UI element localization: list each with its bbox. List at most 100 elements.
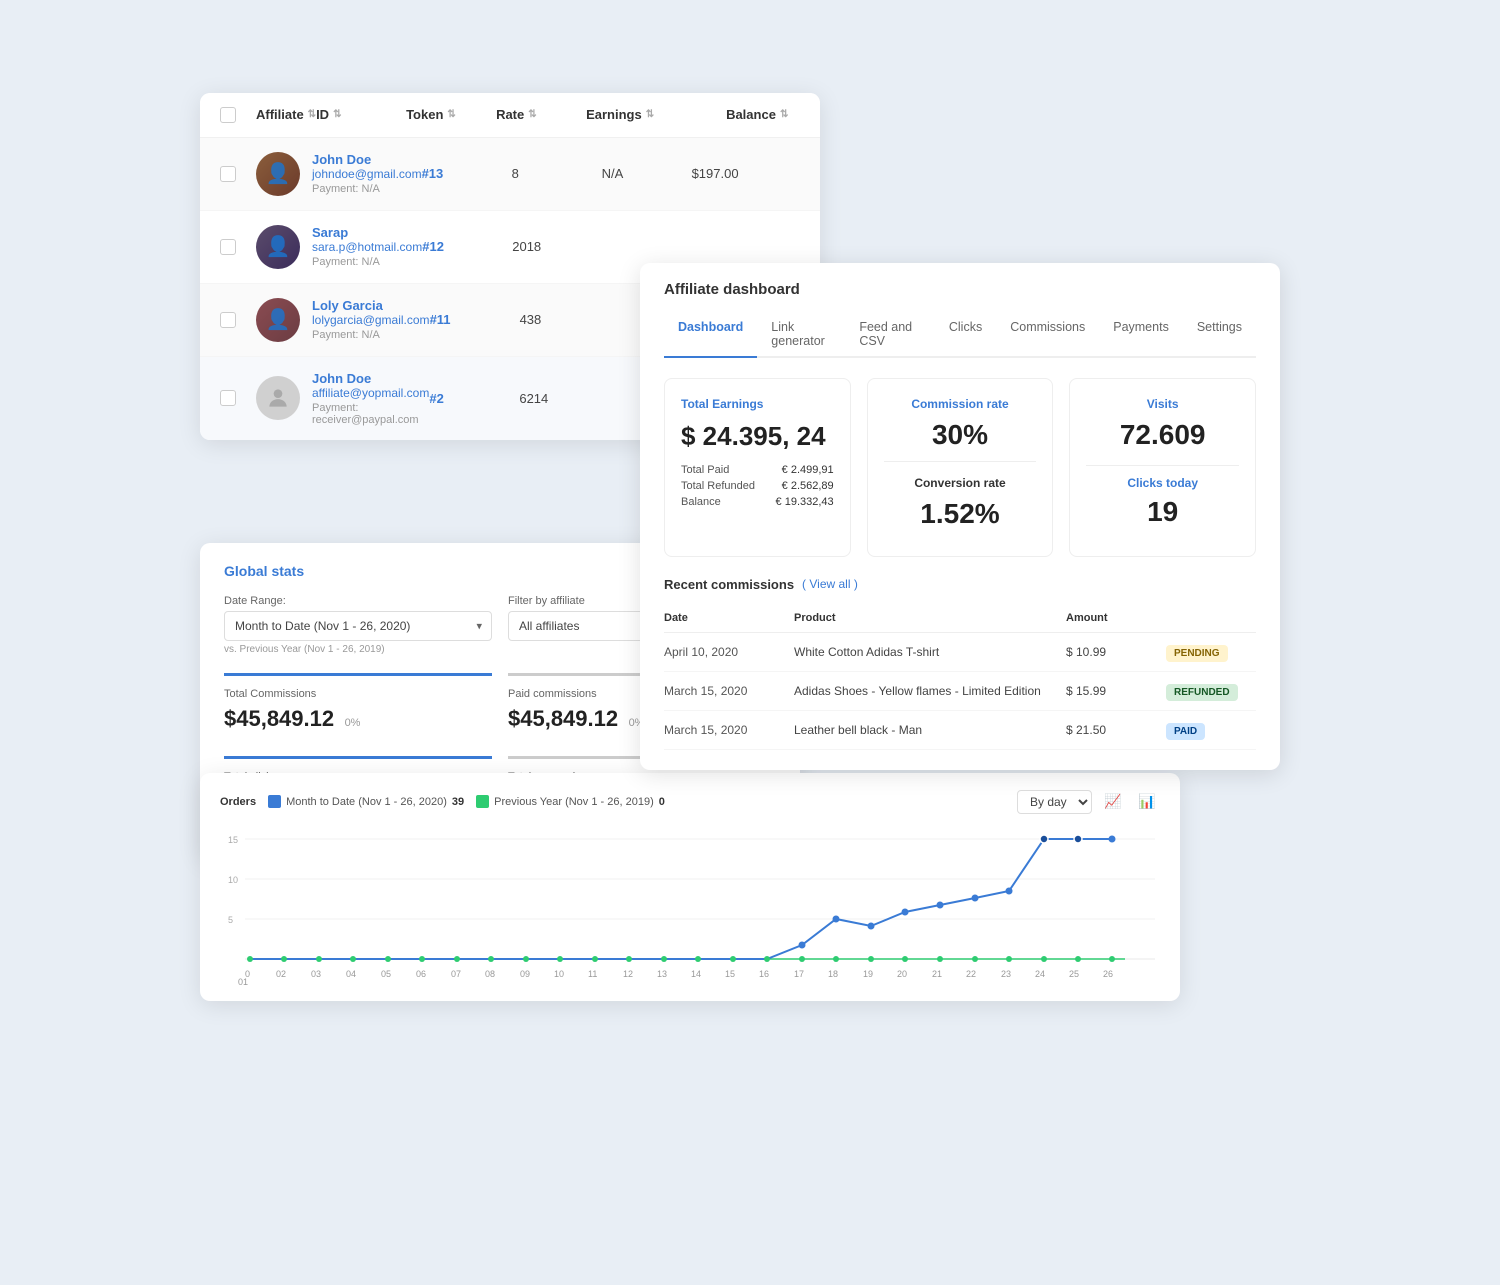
- affiliate-name-2[interactable]: Sarap: [312, 225, 422, 240]
- row-checkbox-4[interactable]: [220, 390, 236, 406]
- sort-balance-icon[interactable]: ⇅: [780, 109, 788, 120]
- commissions-section: Recent commissions ( View all ) Date Pro…: [640, 577, 1280, 770]
- row-checkbox-1[interactable]: [220, 166, 236, 182]
- commission-product-2: Adidas Shoes - Yellow flames - Limited E…: [794, 684, 1066, 698]
- affiliate-info-3: 👤 Loly Garcia lolygarcia@gmail.com Payme…: [256, 298, 430, 342]
- svg-text:15: 15: [725, 969, 735, 979]
- svg-text:25: 25: [1069, 969, 1079, 979]
- select-all-checkbox[interactable]: [220, 107, 236, 123]
- tab-commissions[interactable]: Commissions: [996, 312, 1099, 358]
- col-id[interactable]: ID ⇅: [316, 107, 406, 122]
- svg-text:06: 06: [416, 969, 426, 979]
- affiliate-email-3[interactable]: lolygarcia@gmail.com: [312, 313, 430, 327]
- rates-card: Commission rate 30% Conversion rate 1.52…: [867, 378, 1054, 557]
- period1-legend-dot: [268, 795, 281, 808]
- sort-earnings-icon[interactable]: ⇅: [646, 109, 654, 120]
- svg-text:10: 10: [228, 875, 238, 885]
- commission-amount-3: $ 21.50: [1066, 723, 1166, 737]
- affiliate-info-2: 👤 Sarap sara.p@hotmail.com Payment: N/A: [256, 225, 422, 269]
- svg-text:13: 13: [657, 969, 667, 979]
- affiliate-payment-2: Payment: N/A: [312, 256, 422, 268]
- svg-text:26: 26: [1103, 969, 1113, 979]
- svg-text:23: 23: [1001, 969, 1011, 979]
- paid-commissions-box-value: $45,849.12: [508, 706, 618, 731]
- commission-amount-1: $ 10.99: [1066, 645, 1166, 659]
- row-token-3: 438: [520, 312, 610, 327]
- affiliate-name-4[interactable]: John Doe: [312, 371, 429, 386]
- tab-clicks[interactable]: Clicks: [935, 312, 996, 358]
- sort-rate-icon[interactable]: ⇅: [528, 109, 536, 120]
- sort-id-icon[interactable]: ⇅: [333, 109, 341, 120]
- svg-text:19: 19: [863, 969, 873, 979]
- stats-row: Total Earnings $ 24.395, 24 Total Paid €…: [640, 358, 1280, 577]
- by-day-select[interactable]: By day: [1017, 790, 1092, 814]
- col-rate[interactable]: Rate ⇅: [496, 107, 586, 122]
- tab-settings[interactable]: Settings: [1183, 312, 1256, 358]
- commission-date-2: March 15, 2020: [664, 684, 794, 698]
- svg-text:05: 05: [381, 969, 391, 979]
- commission-product-1: White Cotton Adidas T-shirt: [794, 645, 1066, 659]
- chart-controls: By day 📈 📊: [1017, 789, 1160, 815]
- tab-feed-csv[interactable]: Feed and CSV: [845, 312, 935, 358]
- row-id-4: #2: [429, 391, 519, 406]
- col-product: Product: [794, 612, 1066, 624]
- svg-text:21: 21: [932, 969, 942, 979]
- commission-date-3: March 15, 2020: [664, 723, 794, 737]
- table-row: 👤 John Doe johndoe@gmail.com Payment: N/…: [200, 138, 820, 211]
- sort-token-icon[interactable]: ⇅: [447, 109, 455, 120]
- sort-affiliate-icon[interactable]: ⇅: [308, 109, 316, 120]
- total-earnings-card: Total Earnings $ 24.395, 24 Total Paid €…: [664, 378, 851, 557]
- svg-text:24: 24: [1035, 969, 1045, 979]
- period1-label: Month to Date (Nov 1 - 26, 2020): [286, 796, 447, 808]
- affiliate-payment-4: Payment: receiver@paypal.com: [312, 402, 429, 426]
- date-range-label: Date Range:: [224, 595, 492, 607]
- row-id-2: #12: [422, 239, 512, 254]
- affiliate-payment-1: Payment: N/A: [312, 183, 422, 195]
- status-badge-refunded-2: REFUNDED: [1166, 684, 1238, 701]
- affiliate-name-3[interactable]: Loly Garcia: [312, 298, 430, 313]
- view-all-link[interactable]: ( View all ): [802, 577, 858, 591]
- affiliate-email-1[interactable]: johndoe@gmail.com: [312, 167, 422, 181]
- dashboard-panel: Affiliate dashboard Dashboard Link gener…: [640, 263, 1280, 770]
- chart-header: Orders Month to Date (Nov 1 - 26, 2020) …: [220, 789, 1160, 815]
- svg-text:04: 04: [346, 969, 356, 979]
- affiliate-email-2[interactable]: sara.p@hotmail.com: [312, 240, 422, 254]
- affiliate-name-1[interactable]: John Doe: [312, 152, 422, 167]
- date-range-filter: Date Range: Month to Date (Nov 1 - 26, 2…: [224, 595, 492, 655]
- commission-row-2: March 15, 2020 Adidas Shoes - Yellow fla…: [664, 672, 1256, 711]
- total-commissions-pct: 0%: [345, 717, 361, 729]
- svg-text:10: 10: [554, 969, 564, 979]
- row-token-2: 2018: [512, 239, 602, 254]
- tab-link-generator[interactable]: Link generator: [757, 312, 845, 358]
- date-range-select[interactable]: Month to Date (Nov 1 - 26, 2020): [224, 611, 492, 641]
- col-balance[interactable]: Balance ⇅: [726, 107, 820, 122]
- chart-panel: Orders Month to Date (Nov 1 - 26, 2020) …: [200, 773, 1180, 1001]
- col-token[interactable]: Token ⇅: [406, 107, 496, 122]
- row-token-4: 6214: [519, 391, 609, 406]
- col-earnings[interactable]: Earnings ⇅: [586, 107, 726, 122]
- commissions-table-header: Date Product Amount: [664, 604, 1256, 633]
- total-earnings-label: Total Earnings: [681, 397, 834, 411]
- col-amount: Amount: [1066, 612, 1166, 624]
- total-refunded-value: € 2.562,89: [782, 480, 834, 492]
- status-badge-paid-3: PAID: [1166, 723, 1205, 740]
- affiliate-email-4[interactable]: affiliate@yopmail.com: [312, 386, 429, 400]
- commission-amount-2: $ 15.99: [1066, 684, 1166, 698]
- affiliate-info-1: 👤 John Doe johndoe@gmail.com Payment: N/…: [256, 152, 422, 196]
- commissions-header: Recent commissions ( View all ): [664, 577, 1256, 592]
- row-checkbox-3[interactable]: [220, 312, 236, 328]
- col-affiliate[interactable]: Affiliate ⇅: [256, 107, 316, 122]
- period2-count: 0: [659, 796, 665, 808]
- conversion-rate-value: 1.52%: [884, 498, 1037, 530]
- line-chart-button[interactable]: 📈: [1100, 789, 1126, 815]
- row-checkbox-2[interactable]: [220, 239, 236, 255]
- dashboard-title: Affiliate dashboard: [664, 281, 1256, 298]
- avatar-2: 👤: [256, 225, 300, 269]
- period2-label: Previous Year (Nov 1 - 26, 2019): [494, 796, 654, 808]
- bar-chart-button[interactable]: 📊: [1134, 789, 1160, 815]
- tab-dashboard[interactable]: Dashboard: [664, 312, 757, 358]
- tab-payments[interactable]: Payments: [1099, 312, 1183, 358]
- row-earnings-1: $197.00: [692, 166, 820, 181]
- balance-label: Balance: [681, 496, 721, 508]
- svg-text:12: 12: [623, 969, 633, 979]
